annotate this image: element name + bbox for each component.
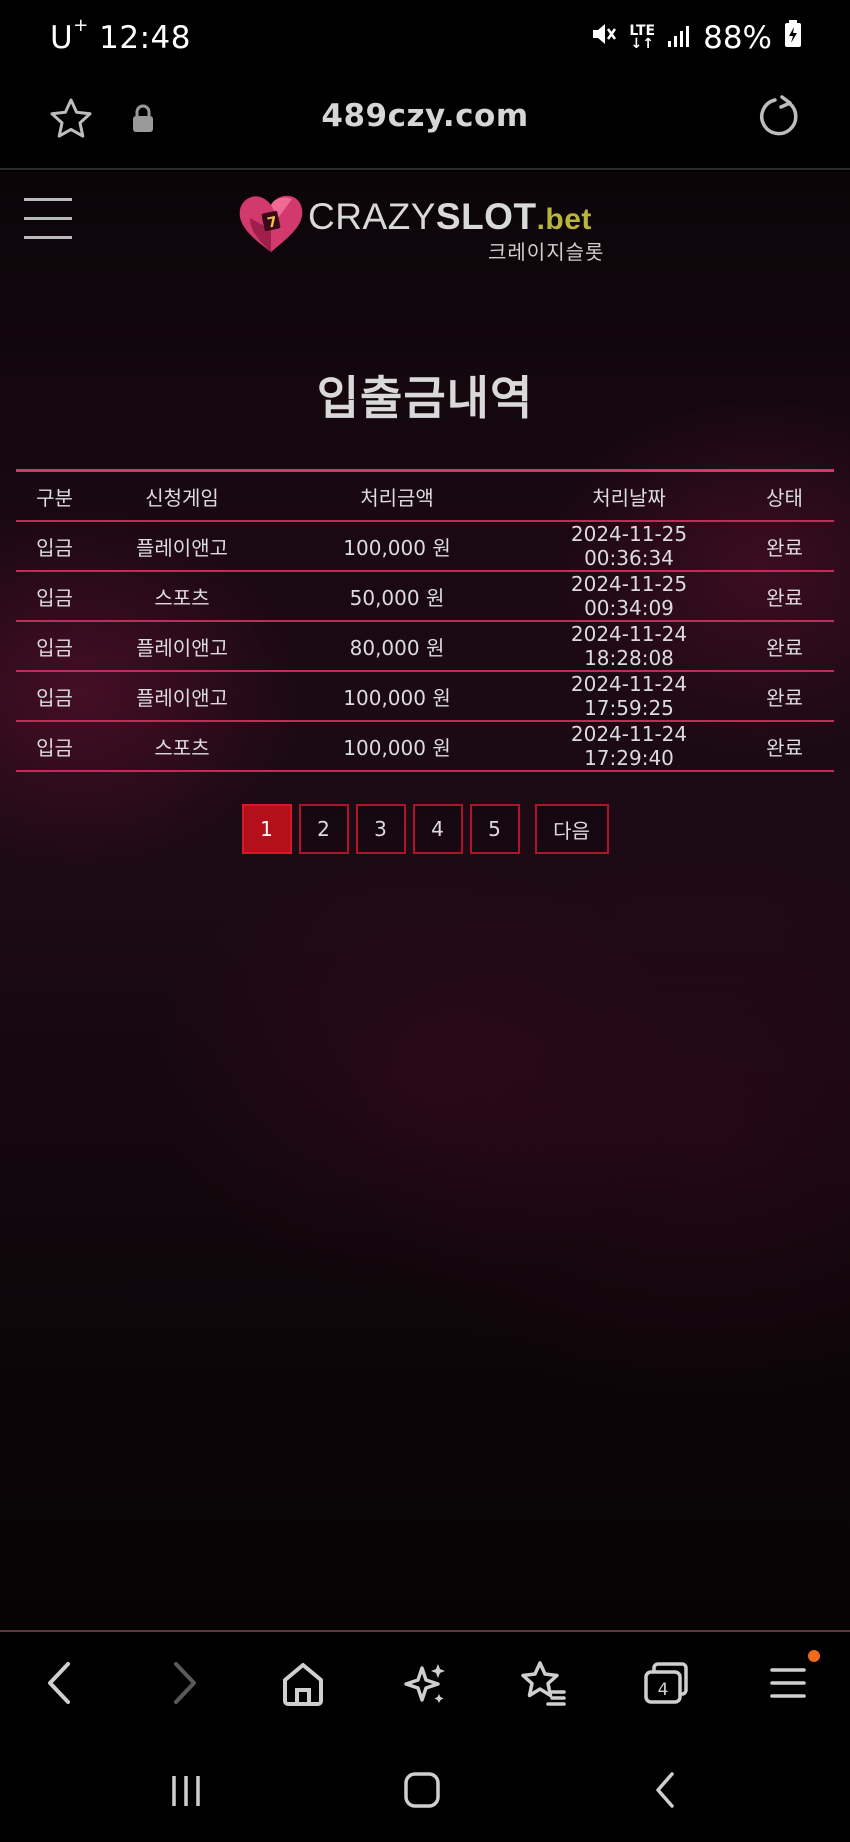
cell-game: 플레이앤고 — [136, 685, 228, 710]
logo-crazy: CRAZY — [308, 196, 436, 237]
back-icon[interactable] — [42, 1658, 78, 1712]
logo-korean: 크레이지슬롯 — [488, 240, 605, 264]
page-button-5[interactable]: 5 — [469, 804, 520, 854]
cell-type: 입금 — [36, 735, 73, 760]
next-page-button[interactable]: 다음 — [534, 804, 609, 854]
transaction-table: 구분 신청게임 처리금액 처리날짜 상태 입금 플레이앤고 100,000 원 … — [16, 469, 834, 772]
cell-type: 입금 — [36, 585, 73, 610]
signal-icon — [667, 20, 691, 56]
heart-logo-icon: 7 — [236, 190, 306, 260]
data-arrows-icon: ↓↑ — [630, 36, 654, 52]
battery-percent: 88% — [703, 20, 772, 56]
browser-address-bar: 489czy.com — [0, 80, 850, 170]
header-date: 처리날짜 — [592, 485, 666, 510]
header-amount: 처리금액 — [360, 485, 434, 510]
header-game: 신청게임 — [145, 485, 219, 510]
cell-status: 완료 — [766, 535, 803, 560]
cell-amount: 100,000 원 — [343, 735, 451, 760]
table-row: 입금 플레이앤고 80,000 원 2024-11-24 18:28:08 완료 — [16, 622, 834, 672]
cell-date: 2024-11-25 00:34:09 — [570, 572, 688, 620]
mute-icon — [589, 20, 617, 56]
tabs-count: 4 — [658, 1680, 669, 1700]
cell-type: 입금 — [36, 535, 73, 560]
cell-status: 완료 — [766, 685, 803, 710]
menu-line — [24, 217, 72, 220]
cell-date: 2024-11-24 17:29:40 — [570, 722, 688, 770]
table-row: 입금 스포츠 100,000 원 2024-11-24 17:29:40 완료 — [16, 722, 834, 772]
page-button-3[interactable]: 3 — [355, 804, 406, 854]
system-back-icon[interactable] — [646, 1770, 686, 1814]
table-row: 입금 플레이앤고 100,000 원 2024-11-24 17:59:25 완… — [16, 672, 834, 722]
header-status: 상태 — [766, 485, 803, 510]
menu-line — [24, 198, 72, 201]
cell-game: 스포츠 — [154, 585, 210, 610]
cell-date: 2024-11-24 18:28:08 — [570, 622, 688, 670]
site-logo[interactable]: 7 CRAZYSLOT.bet 크레이지슬롯 — [236, 190, 626, 264]
reload-icon[interactable] — [758, 94, 802, 142]
cell-date: 2024-11-24 17:59:25 — [570, 672, 688, 720]
cell-amount: 50,000 원 — [349, 585, 445, 610]
tabs-icon[interactable]: 4 — [642, 1658, 690, 1712]
cell-amount: 80,000 원 — [349, 635, 445, 660]
cell-game: 플레이앤고 — [136, 535, 228, 560]
system-nav-bar — [0, 1740, 850, 1842]
page-content: 7 CRAZYSLOT.bet 크레이지슬롯 입출금내역 구분 신청게임 처리금… — [0, 172, 850, 1630]
url-field[interactable]: 489czy.com — [0, 98, 850, 134]
network-indicator: LTE ↓↑ — [629, 24, 655, 52]
site-menu-button[interactable] — [24, 198, 72, 242]
page-button-2[interactable]: 2 — [298, 804, 349, 854]
browser-toolbar: 4 — [0, 1630, 850, 1740]
forward-icon[interactable] — [166, 1658, 202, 1712]
recent-apps-icon[interactable] — [166, 1770, 206, 1814]
carrier-plus: + — [73, 14, 89, 36]
menu-line — [24, 236, 72, 239]
cell-amount: 100,000 원 — [343, 535, 451, 560]
status-bar: U+ 12:48 LTE ↓↑ 88% — [0, 0, 850, 80]
cell-date: 2024-11-25 00:36:34 — [570, 522, 688, 570]
page-button-1[interactable]: 1 — [241, 804, 292, 854]
menu-icon[interactable] — [768, 1658, 808, 1712]
cell-game: 플레이앤고 — [136, 635, 228, 660]
bookmarks-icon[interactable] — [520, 1658, 568, 1712]
status-right: LTE ↓↑ 88% — [589, 20, 802, 56]
logo-bet: .bet — [536, 203, 592, 236]
home-icon[interactable] — [280, 1658, 326, 1712]
header-type: 구분 — [36, 485, 73, 510]
battery-icon — [784, 20, 802, 56]
cell-game: 스포츠 — [154, 735, 210, 760]
cell-status: 완료 — [766, 735, 803, 760]
pagination: 1 2 3 4 5 다음 — [0, 804, 850, 854]
cell-status: 완료 — [766, 635, 803, 660]
table-header: 구분 신청게임 처리금액 처리날짜 상태 — [16, 472, 834, 522]
logo-wordmark: CRAZYSLOT.bet — [308, 196, 592, 238]
carrier: U — [50, 20, 74, 56]
notification-dot — [808, 1650, 820, 1662]
table-row: 입금 플레이앤고 100,000 원 2024-11-25 00:36:34 완… — [16, 522, 834, 572]
cell-amount: 100,000 원 — [343, 685, 451, 710]
cell-type: 입금 — [36, 635, 73, 660]
page-title: 입출금내역 — [316, 371, 534, 425]
clock: 12:48 — [99, 20, 191, 56]
sparkle-icon[interactable] — [402, 1658, 448, 1712]
cell-status: 완료 — [766, 585, 803, 610]
logo-slot: SLOT — [435, 196, 537, 237]
page-button-4[interactable]: 4 — [412, 804, 463, 854]
status-left: U+ 12:48 — [50, 15, 191, 56]
cell-type: 입금 — [36, 685, 73, 710]
table-row: 입금 스포츠 50,000 원 2024-11-25 00:34:09 완료 — [16, 572, 834, 622]
home-button-icon[interactable] — [402, 1770, 442, 1814]
